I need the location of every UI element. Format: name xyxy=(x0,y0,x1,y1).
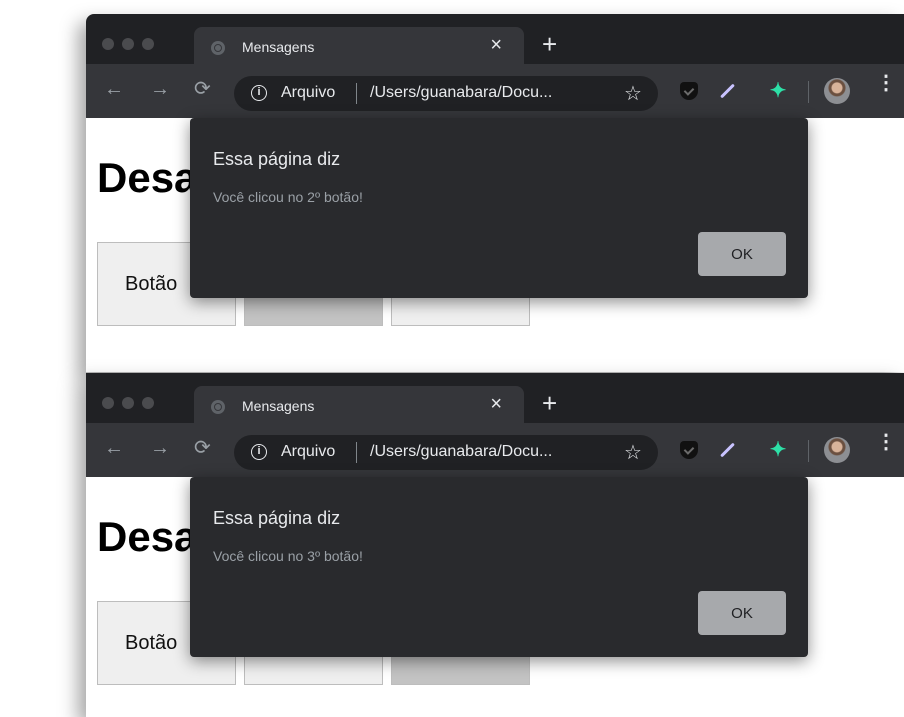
globe-icon xyxy=(211,400,225,414)
zoom-window-button[interactable] xyxy=(142,397,154,409)
minimize-window-button[interactable] xyxy=(122,397,134,409)
close-tab-icon[interactable]: × xyxy=(490,394,502,414)
pen-extension-icon[interactable] xyxy=(720,83,735,99)
ok-button[interactable]: OK xyxy=(698,232,786,276)
pen-extension-icon[interactable] xyxy=(720,442,735,458)
address-separator xyxy=(356,442,357,463)
shield-extension-icon[interactable] xyxy=(680,441,698,459)
back-icon[interactable]: ← xyxy=(104,438,124,458)
forward-icon[interactable]: → xyxy=(150,438,170,458)
tab-title: Mensagens xyxy=(242,398,315,414)
address-separator xyxy=(356,83,357,104)
back-icon[interactable]: ← xyxy=(104,79,124,99)
bird-extension-icon[interactable]: ✦ xyxy=(768,81,788,101)
close-window-button[interactable] xyxy=(102,38,114,50)
toolbar-divider xyxy=(808,81,809,103)
reload-icon[interactable]: ⟳ xyxy=(194,438,211,458)
alert-dialog: Essa página diz Você clicou no 3º botão!… xyxy=(190,477,808,657)
tab-mensagens[interactable]: Mensagens × xyxy=(194,27,524,64)
new-tab-button[interactable]: + xyxy=(542,31,557,57)
dialog-message: Você clicou no 2º botão! xyxy=(213,189,363,205)
bird-extension-icon[interactable]: ✦ xyxy=(768,440,788,460)
window-controls xyxy=(102,37,162,55)
window-controls xyxy=(102,396,162,414)
browser-window-1: Mensagens × + ← → ⟳ i Arquivo /Users/gua… xyxy=(86,14,904,372)
address-url[interactable]: /Users/guanabara/Docu... xyxy=(370,443,552,461)
menu-icon[interactable]: ⋮ xyxy=(876,73,896,93)
minimize-window-button[interactable] xyxy=(122,38,134,50)
close-window-button[interactable] xyxy=(102,397,114,409)
dialog-title: Essa página diz xyxy=(213,508,341,528)
page-heading: Desa xyxy=(97,513,198,560)
ok-button[interactable]: OK xyxy=(698,591,786,635)
info-icon[interactable]: i xyxy=(251,85,267,101)
address-url[interactable]: /Users/guanabara/Docu... xyxy=(370,84,552,102)
close-tab-icon[interactable]: × xyxy=(490,35,502,55)
dialog-message: Você clicou no 3º botão! xyxy=(213,548,363,564)
address-bar[interactable]: i Arquivo /Users/guanabara/Docu... ☆ xyxy=(234,76,658,111)
address-scheme: Arquivo xyxy=(281,443,336,460)
tab-mensagens[interactable]: Mensagens × xyxy=(194,386,524,423)
globe-icon xyxy=(211,41,225,55)
profile-avatar[interactable] xyxy=(824,78,850,104)
page-heading: Desa xyxy=(97,154,198,201)
tab-strip: Mensagens × + xyxy=(86,14,904,64)
alert-dialog: Essa página diz Você clicou no 2º botão!… xyxy=(190,118,808,298)
forward-icon[interactable]: → xyxy=(150,79,170,99)
bookmark-star-icon[interactable]: ☆ xyxy=(624,81,642,106)
address-scheme: Arquivo xyxy=(281,84,336,101)
toolbar-divider xyxy=(808,440,809,462)
bookmark-star-icon[interactable]: ☆ xyxy=(624,440,642,465)
shield-extension-icon[interactable] xyxy=(680,82,698,100)
dialog-title: Essa página diz xyxy=(213,149,341,169)
menu-icon[interactable]: ⋮ xyxy=(876,432,896,452)
browser-toolbar: ← → ⟳ i Arquivo /Users/guanabara/Docu...… xyxy=(86,423,904,477)
profile-avatar[interactable] xyxy=(824,437,850,463)
address-bar[interactable]: i Arquivo /Users/guanabara/Docu... ☆ xyxy=(234,435,658,470)
browser-window-2: Mensagens × + ← → ⟳ i Arquivo /Users/gua… xyxy=(86,373,904,717)
info-icon[interactable]: i xyxy=(251,444,267,460)
zoom-window-button[interactable] xyxy=(142,38,154,50)
tab-title: Mensagens xyxy=(242,39,315,55)
browser-toolbar: ← → ⟳ i Arquivo /Users/guanabara/Docu...… xyxy=(86,64,904,118)
reload-icon[interactable]: ⟳ xyxy=(194,79,211,99)
tab-strip: Mensagens × + xyxy=(86,373,904,423)
new-tab-button[interactable]: + xyxy=(542,390,557,416)
